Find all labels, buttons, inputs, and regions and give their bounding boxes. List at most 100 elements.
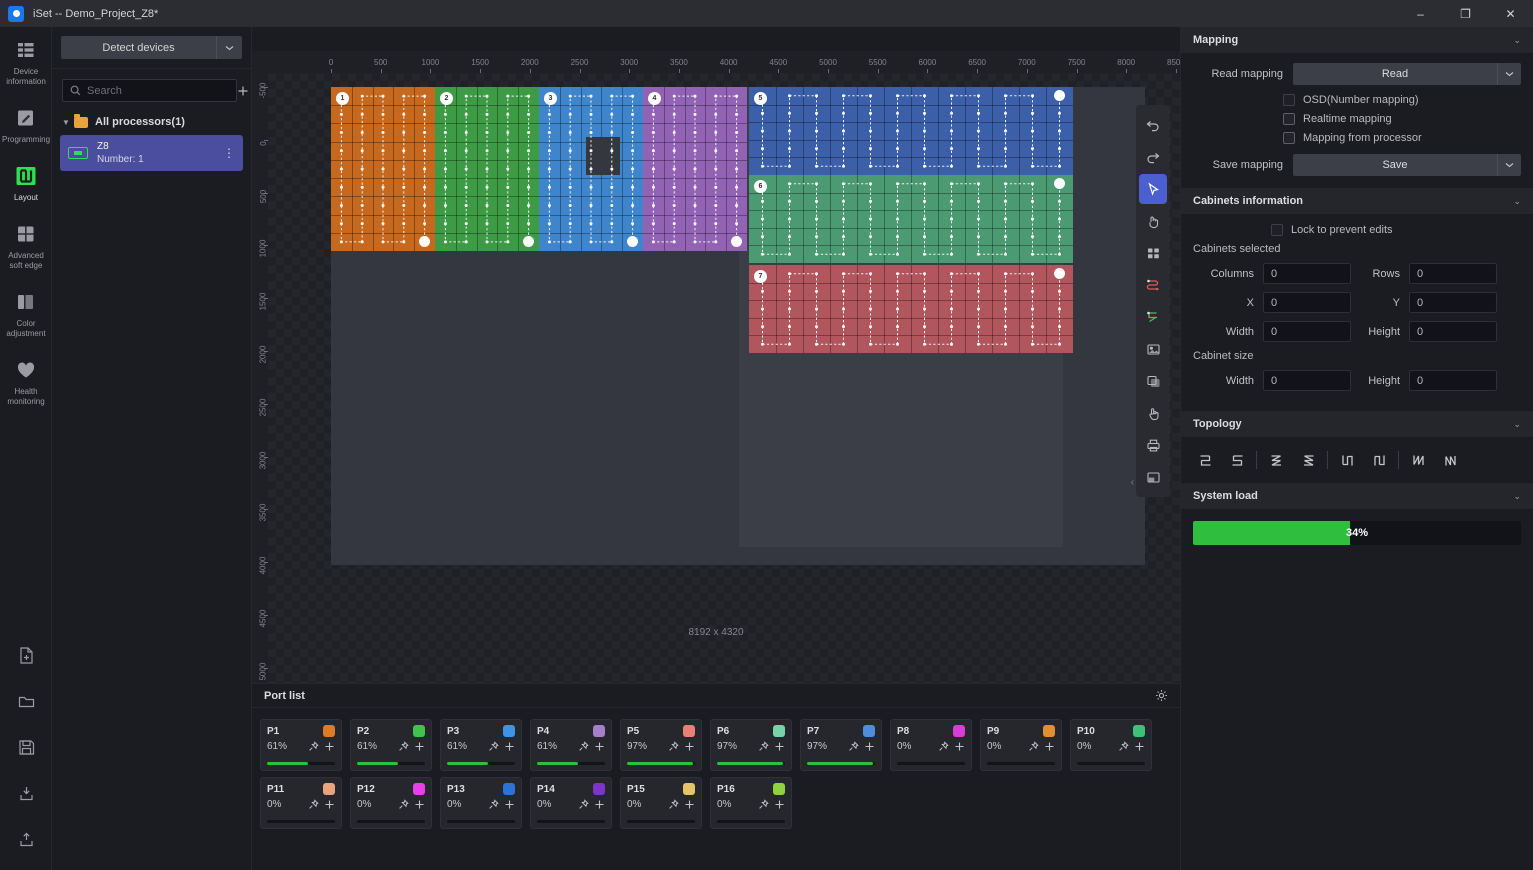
port-card[interactable]: P7 97% — [800, 719, 882, 771]
field-input-size-width[interactable] — [1263, 370, 1351, 391]
topology-horizontal-s-right-icon[interactable] — [1189, 447, 1221, 473]
sidebar-item-device-information[interactable]: Deviceinformation — [0, 27, 52, 95]
mapping-checkbox-row[interactable]: Realtime mapping — [1193, 113, 1521, 125]
cabinet-block[interactable]: 4 — [643, 87, 747, 251]
select-tool-icon[interactable] — [1139, 174, 1167, 204]
port-card[interactable]: P5 97% — [620, 719, 702, 771]
mapping-checkbox-row[interactable]: Mapping from processor — [1193, 132, 1521, 144]
image-icon[interactable] — [1139, 334, 1167, 364]
gear-icon[interactable] — [1155, 689, 1168, 702]
pin-icon[interactable] — [308, 799, 319, 810]
add-icon[interactable] — [504, 741, 515, 752]
lock-edits-checkbox[interactable] — [1271, 224, 1283, 236]
print-icon[interactable] — [1139, 430, 1167, 460]
read-mapping-dropdown-arrow[interactable] — [1497, 63, 1521, 85]
cabinet-block[interactable]: 6 — [749, 175, 1073, 263]
sidebar-item-color-adjustment[interactable]: Coloradjustment — [0, 279, 52, 347]
port-card[interactable]: P14 0% — [530, 777, 612, 829]
port-card[interactable]: P2 61% — [350, 719, 432, 771]
add-icon[interactable] — [684, 741, 695, 752]
add-icon[interactable] — [954, 741, 965, 752]
topology-vertical-s-up-icon[interactable] — [1363, 447, 1395, 473]
pin-icon[interactable] — [578, 741, 589, 752]
topology-vertical-z-up-icon[interactable] — [1434, 447, 1466, 473]
pointer-icon[interactable] — [1139, 398, 1167, 428]
add-icon[interactable] — [504, 799, 515, 810]
section-header-topology[interactable]: Topology ⌄ — [1181, 411, 1533, 437]
connection-icon[interactable] — [1139, 270, 1167, 300]
pin-icon[interactable] — [398, 799, 409, 810]
port-card[interactable]: P1 61% — [260, 719, 342, 771]
add-device-button[interactable] — [237, 80, 249, 102]
cabinet-block[interactable]: 5 — [749, 87, 1073, 175]
port-card[interactable]: P16 0% — [710, 777, 792, 829]
port-card[interactable]: P11 0% — [260, 777, 342, 829]
add-icon[interactable] — [864, 741, 875, 752]
chevron-down-icon[interactable]: ⌄ — [1513, 419, 1521, 430]
save-mapping-button[interactable]: Save — [1293, 154, 1497, 176]
port-card[interactable]: P3 61% — [440, 719, 522, 771]
mapping-checkbox[interactable] — [1283, 132, 1295, 144]
topology-horizontal-s-left-icon[interactable] — [1221, 447, 1253, 473]
sidebar-item-layout[interactable]: Layout — [0, 153, 52, 211]
grid-icon[interactable] — [1139, 238, 1167, 268]
chevron-down-icon[interactable]: ⌄ — [1513, 196, 1521, 207]
add-icon[interactable] — [1044, 741, 1055, 752]
path-icon[interactable] — [1139, 302, 1167, 332]
port-card[interactable]: P9 0% — [980, 719, 1062, 771]
save-button[interactable] — [0, 724, 52, 770]
search-input[interactable] — [87, 85, 229, 97]
minimize-button[interactable]: – — [1398, 0, 1443, 27]
pin-icon[interactable] — [758, 799, 769, 810]
pin-icon[interactable] — [1118, 741, 1129, 752]
import-button[interactable] — [0, 770, 52, 816]
topology-horizontal-z-right-icon[interactable] — [1260, 447, 1292, 473]
field-input-height[interactable] — [1409, 321, 1497, 342]
save-mapping-dropdown-arrow[interactable] — [1497, 154, 1521, 176]
add-icon[interactable] — [774, 799, 785, 810]
port-card[interactable]: P6 97% — [710, 719, 792, 771]
port-card[interactable]: P12 0% — [350, 777, 432, 829]
redo-icon[interactable] — [1139, 142, 1167, 172]
field-input-columns[interactable] — [1263, 263, 1351, 284]
mapping-checkbox-row[interactable]: OSD(Number mapping) — [1193, 94, 1521, 106]
port-card[interactable]: P10 0% — [1070, 719, 1152, 771]
cabinet-block[interactable]: 7 — [749, 265, 1073, 353]
section-header-mapping[interactable]: Mapping ⌄ — [1181, 27, 1533, 53]
device-more-options-icon[interactable]: ⋮ — [223, 150, 235, 156]
maximize-button[interactable]: ❐ — [1443, 0, 1488, 27]
section-header-system-load[interactable]: System load ⌄ — [1181, 483, 1533, 509]
add-icon[interactable] — [1134, 741, 1145, 752]
cabinet-block[interactable]: 1 — [331, 87, 435, 251]
port-card[interactable]: P8 0% — [890, 719, 972, 771]
mapping-checkbox[interactable] — [1283, 113, 1295, 125]
section-header-cabinets-information[interactable]: Cabinets information ⌄ — [1181, 188, 1533, 214]
export-button[interactable] — [0, 816, 52, 862]
add-icon[interactable] — [414, 741, 425, 752]
mapping-checkbox[interactable] — [1283, 94, 1295, 106]
new-file-button[interactable] — [0, 632, 52, 678]
add-icon[interactable] — [414, 799, 425, 810]
device-list-item-z8[interactable]: Z8 Number: 1 ⋮ — [60, 135, 243, 171]
detect-devices-button[interactable]: Detect devices — [61, 36, 216, 59]
layout-stage[interactable]: 1234567 — [268, 73, 1180, 683]
chevron-down-icon[interactable]: ⌄ — [1513, 35, 1521, 46]
add-icon[interactable] — [324, 741, 335, 752]
sidebar-item-advanced-soft-edge[interactable]: Advancedsoft edge — [0, 211, 52, 279]
layers-icon[interactable] — [1139, 366, 1167, 396]
field-input-width[interactable] — [1263, 321, 1351, 342]
field-input-rows[interactable] — [1409, 263, 1497, 284]
sidebar-item-health-monitoring[interactable]: Healthmonitoring — [0, 347, 52, 415]
lock-edits-row[interactable]: Lock to prevent edits — [1193, 224, 1521, 236]
add-icon[interactable] — [774, 741, 785, 752]
topology-vertical-z-down-icon[interactable] — [1402, 447, 1434, 473]
port-card[interactable]: P15 0% — [620, 777, 702, 829]
pin-icon[interactable] — [668, 741, 679, 752]
close-button[interactable]: ✕ — [1488, 0, 1533, 27]
detect-devices-dropdown-arrow[interactable] — [216, 36, 242, 59]
add-icon[interactable] — [594, 799, 605, 810]
pin-icon[interactable] — [938, 741, 949, 752]
add-icon[interactable] — [684, 799, 695, 810]
topology-horizontal-z-left-icon[interactable] — [1292, 447, 1324, 473]
open-folder-button[interactable] — [0, 678, 52, 724]
